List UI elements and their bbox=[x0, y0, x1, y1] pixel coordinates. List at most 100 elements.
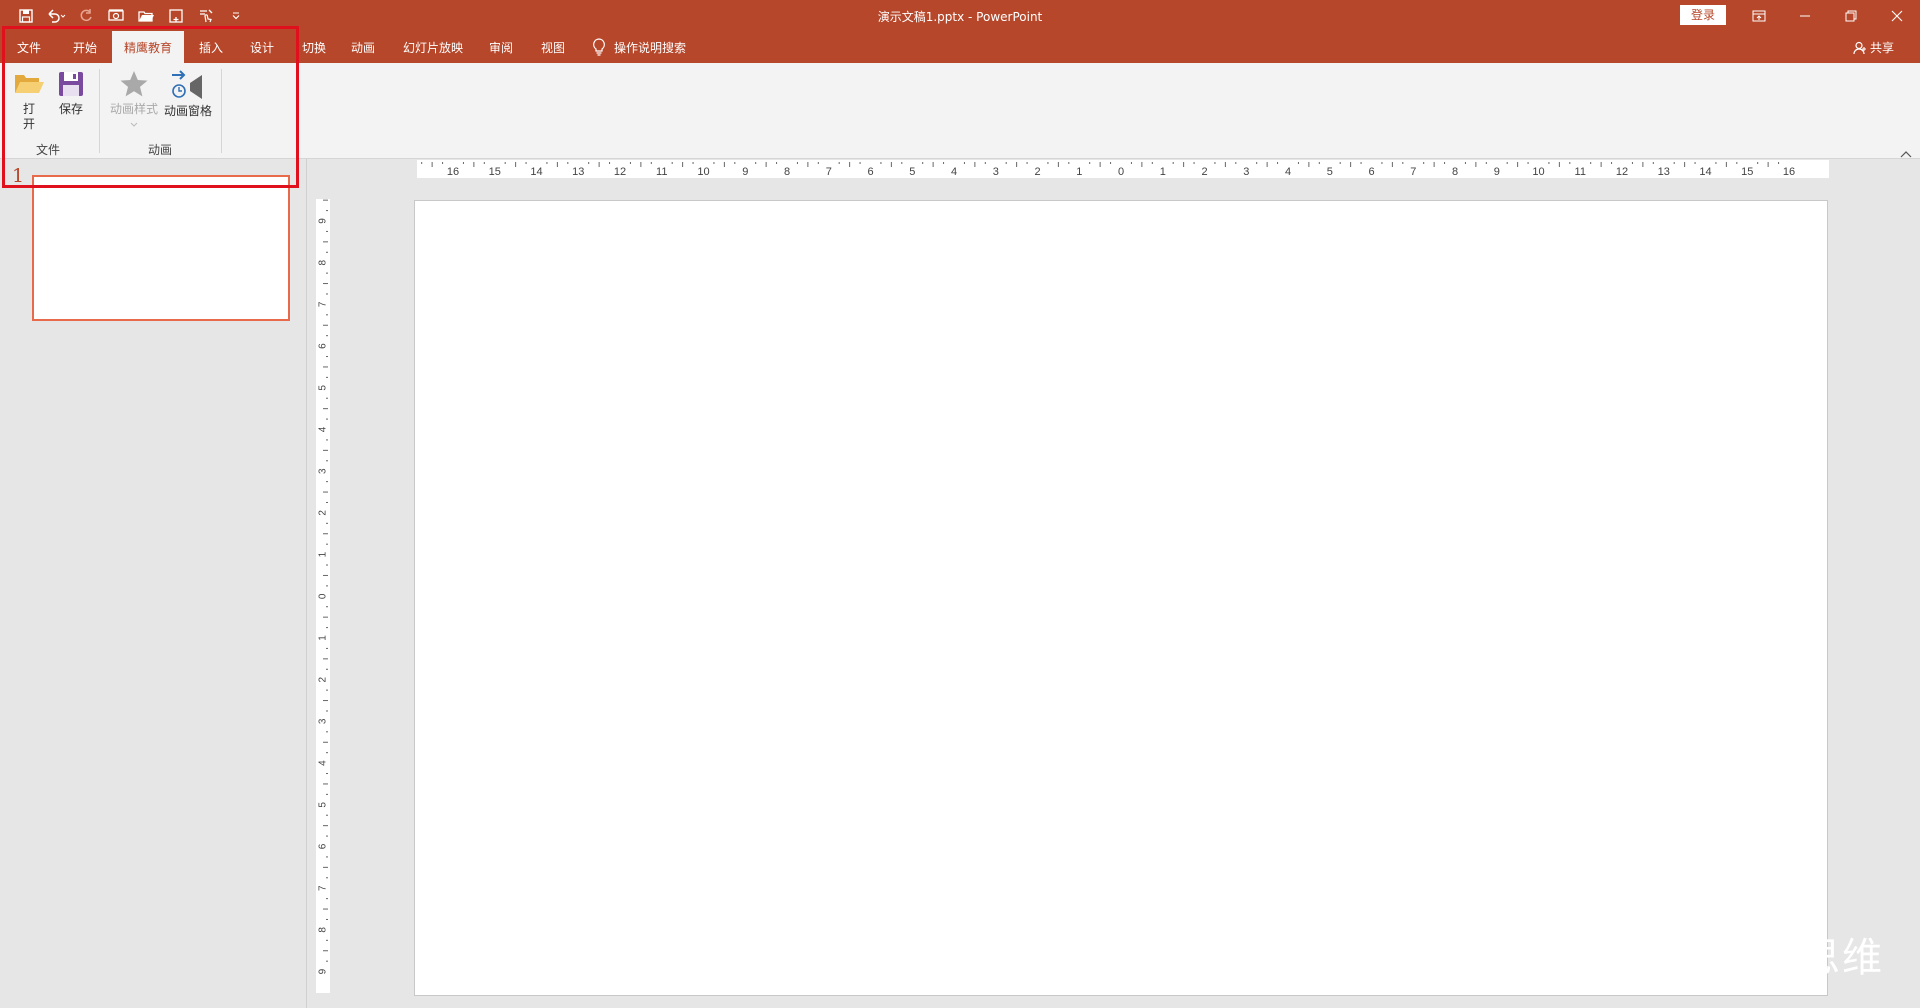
animation-pane-button[interactable]: 动画窗格 bbox=[162, 69, 214, 119]
ruler-label: 12 bbox=[614, 166, 626, 178]
ruler-label: 3 bbox=[318, 468, 329, 474]
share-button[interactable]: 共享 bbox=[1853, 39, 1894, 56]
animation-styles-button[interactable]: 动画样式 bbox=[108, 69, 160, 131]
ruler-label: 14 bbox=[530, 166, 542, 178]
ruler-label: 6 bbox=[318, 843, 329, 849]
horizontal-ruler: 16 15 14 13 12 11 10 9 8 7 6 5 4 3 2 1 0 1 2 3 4 5 6 7 8 9 10 11 12 1… bbox=[417, 160, 1829, 178]
title-bar: 演示文稿1.pptx - PowerPoint 登录 bbox=[0, 0, 1920, 31]
ruler-label: 2 bbox=[318, 676, 329, 682]
tab-transitions[interactable]: 切换 bbox=[291, 31, 337, 63]
collapse-ribbon-button[interactable] bbox=[1900, 143, 1912, 162]
tab-animations[interactable]: 动画 bbox=[340, 31, 386, 63]
ruler-label: 9 bbox=[742, 166, 748, 178]
ribbon-tab-bar: 文件 开始 精鹰教育 插入 设计 切换 动画 幻灯片放映 审阅 视图 操作说明搜… bbox=[0, 31, 1920, 63]
ruler-label: 8 bbox=[784, 166, 790, 178]
ruler-label: 7 bbox=[826, 166, 832, 178]
ribbon-display-icon bbox=[1752, 10, 1766, 21]
tab-view[interactable]: 视图 bbox=[530, 31, 576, 63]
ruler-label: 7 bbox=[318, 885, 329, 891]
ruler-label: 3 bbox=[993, 166, 999, 178]
ruler-label: 5 bbox=[318, 385, 329, 391]
ruler-label: 1 bbox=[318, 635, 329, 641]
save-label: 保存 bbox=[58, 102, 83, 116]
ruler-label: 15 bbox=[1741, 166, 1753, 178]
lightbulb-icon bbox=[593, 38, 605, 56]
minimize-icon bbox=[1800, 15, 1810, 16]
restore-button[interactable] bbox=[1828, 0, 1874, 31]
ruler-label: 2 bbox=[1034, 166, 1040, 178]
save-button[interactable]: 保存 bbox=[54, 69, 88, 117]
ruler-label: 4 bbox=[318, 426, 329, 432]
slide-thumbnail[interactable] bbox=[32, 175, 290, 321]
ruler-label: 15 bbox=[489, 166, 501, 178]
ruler-label: 3 bbox=[318, 718, 329, 724]
ruler-label: 6 bbox=[867, 166, 873, 178]
search-label: 操作说明搜索 bbox=[614, 40, 687, 55]
group-separator bbox=[99, 69, 100, 153]
ruler-label: 6 bbox=[1368, 166, 1374, 178]
open-folder-icon bbox=[15, 75, 44, 93]
tab-insert[interactable]: 插入 bbox=[188, 31, 234, 63]
tab-file[interactable]: 文件 bbox=[6, 31, 52, 63]
ruler-label: 8 bbox=[318, 927, 329, 933]
ruler-label: 8 bbox=[1452, 166, 1458, 178]
ruler-label: 10 bbox=[697, 166, 709, 178]
tab-slideshow[interactable]: 幻灯片放映 bbox=[396, 31, 470, 63]
ruler-label: 7 bbox=[318, 301, 329, 307]
slide-thumbnail-pane: 1 bbox=[0, 159, 307, 1008]
ruler-label: 1 bbox=[1076, 166, 1082, 178]
ruler-label: 4 bbox=[318, 760, 329, 766]
ruler-label: 11 bbox=[656, 166, 667, 178]
slide-number: 1 bbox=[12, 165, 25, 187]
restore-icon bbox=[1845, 10, 1857, 21]
ruler-label: 5 bbox=[318, 802, 329, 808]
animation-pane-icon bbox=[172, 70, 202, 99]
tab-jingying-edu[interactable]: 精鹰教育 bbox=[112, 31, 184, 63]
close-button[interactable] bbox=[1874, 0, 1920, 31]
tab-design[interactable]: 设计 bbox=[239, 31, 285, 63]
watermark-text: 思维 bbox=[1800, 935, 1884, 981]
slide-canvas[interactable] bbox=[414, 200, 1828, 996]
ruler-label: 9 bbox=[318, 218, 329, 224]
ruler-label: 11 bbox=[1575, 166, 1586, 178]
chevron-up-icon bbox=[1900, 151, 1912, 158]
file-group-label: 文件 bbox=[36, 143, 61, 157]
person-icon bbox=[1853, 41, 1866, 54]
login-button[interactable]: 登录 bbox=[1680, 5, 1726, 25]
tab-home[interactable]: 开始 bbox=[62, 31, 108, 63]
tab-review[interactable]: 审阅 bbox=[478, 31, 524, 63]
ruler-label: 5 bbox=[1327, 166, 1333, 178]
ruler-label: 1 bbox=[318, 551, 329, 557]
save-icon bbox=[59, 72, 83, 96]
ruler-label: 0 bbox=[318, 593, 329, 599]
ruler-label: 5 bbox=[909, 166, 915, 178]
ribbon-panel: 打 开 保存 文件 动画样式 动画窗格 动画 bbox=[0, 63, 1920, 159]
ruler-label: 3 bbox=[1243, 166, 1249, 178]
ribbon-display-options-button[interactable] bbox=[1736, 0, 1782, 31]
dropdown-arrow-icon bbox=[130, 122, 138, 127]
group-separator bbox=[221, 69, 222, 153]
ruler-label: 14 bbox=[1699, 166, 1711, 178]
star-icon bbox=[120, 71, 148, 97]
ruler-label: 13 bbox=[572, 166, 584, 178]
ruler-label: 8 bbox=[318, 259, 329, 265]
ruler-label: 0 bbox=[1118, 166, 1124, 178]
open-button[interactable]: 打 开 bbox=[12, 69, 46, 132]
ruler-label: 7 bbox=[1410, 166, 1416, 178]
animation-pane-label: 动画窗格 bbox=[163, 104, 212, 118]
ruler-label: 9 bbox=[1494, 166, 1500, 178]
vertical-ruler: 9 8 7 6 5 4 3 2 1 0 1 2 3 4 5 6 7 8 9 bbox=[316, 199, 330, 993]
ruler-label: 6 bbox=[318, 343, 329, 349]
minimize-button[interactable] bbox=[1782, 0, 1828, 31]
ruler-label: 2 bbox=[1201, 166, 1207, 178]
ruler-label: 10 bbox=[1532, 166, 1544, 178]
close-icon bbox=[1891, 10, 1903, 21]
ruler-label: 13 bbox=[1658, 166, 1670, 178]
ruler-label: 16 bbox=[1783, 166, 1795, 178]
ruler-label: 1 bbox=[1160, 166, 1166, 178]
ruler-label: 4 bbox=[951, 166, 957, 178]
animation-styles-label: 动画样式 bbox=[109, 102, 158, 116]
ruler-label: 2 bbox=[318, 510, 329, 516]
tell-me-search[interactable]: 操作说明搜索 bbox=[592, 38, 686, 56]
window-title: 演示文稿1.pptx - PowerPoint bbox=[877, 10, 1043, 24]
